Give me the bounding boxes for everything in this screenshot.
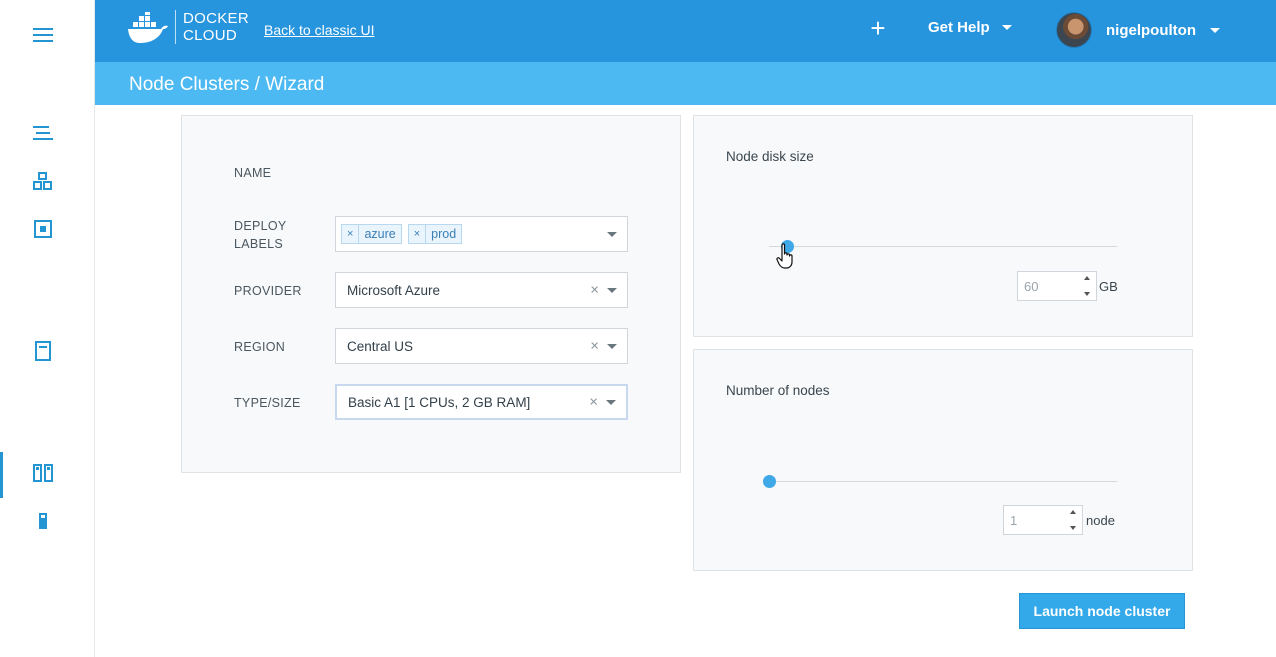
- type-size-value: Basic A1 [1 CPUs, 2 GB RAM]: [348, 394, 531, 410]
- spinner-icon[interactable]: [1083, 276, 1091, 296]
- chevron-down-icon: [1001, 25, 1012, 30]
- deploy-labels-select[interactable]: × azure × prod: [335, 216, 628, 252]
- region-label: REGION: [234, 340, 286, 354]
- containers-icon[interactable]: [28, 215, 58, 243]
- type-size-label: TYPE/SIZE: [234, 396, 301, 410]
- get-help-button[interactable]: Get Help: [928, 19, 1012, 36]
- region-value: Central US: [347, 338, 414, 354]
- deploy-labels-label: DEPLOY LABELS: [234, 219, 287, 251]
- chevron-down-icon[interactable]: [606, 400, 616, 405]
- tag-chip: × azure: [341, 224, 402, 244]
- provider-select[interactable]: Microsoft Azure ×: [335, 272, 628, 308]
- username: nigelpoulton: [1106, 21, 1196, 39]
- remove-tag-icon[interactable]: ×: [409, 225, 427, 243]
- disk-size-slider[interactable]: [769, 246, 1117, 247]
- avatar: [1056, 12, 1092, 48]
- nodes-input[interactable]: 1: [1003, 505, 1083, 535]
- stacks-icon[interactable]: [28, 119, 58, 147]
- spinner-icon[interactable]: [1069, 510, 1077, 530]
- disk-size-unit: GB: [1099, 279, 1118, 294]
- node-clusters-icon[interactable]: [28, 459, 58, 487]
- launch-node-cluster-button[interactable]: Launch node cluster: [1019, 593, 1185, 629]
- nodes-slider-handle[interactable]: [763, 475, 776, 488]
- nodes-icon[interactable]: [28, 507, 58, 535]
- clear-icon[interactable]: ×: [590, 282, 599, 299]
- back-to-classic-link[interactable]: Back to classic UI: [264, 22, 374, 38]
- nodes-slider[interactable]: [769, 481, 1117, 482]
- disk-size-title: Node disk size: [726, 149, 814, 164]
- provider-value: Microsoft Azure: [347, 282, 441, 298]
- chevron-down-icon[interactable]: [607, 232, 617, 237]
- user-menu[interactable]: nigelpoulton: [1056, 12, 1220, 48]
- active-indicator: [0, 452, 3, 498]
- disk-size-input[interactable]: 60: [1017, 271, 1097, 301]
- clear-icon[interactable]: ×: [590, 338, 599, 355]
- breadcrumb-bar: Node Clusters / Wizard: [95, 62, 1276, 105]
- chevron-down-icon[interactable]: [607, 344, 617, 349]
- provider-label: PROVIDER: [234, 284, 302, 298]
- page-title: Node Clusters / Wizard: [129, 74, 325, 95]
- nodes-unit: node: [1086, 513, 1115, 528]
- services-icon[interactable]: [28, 167, 58, 195]
- number-of-nodes-title: Number of nodes: [726, 383, 830, 398]
- chevron-down-icon: [1209, 27, 1220, 33]
- top-header: DOCKER CLOUD Back to classic UI + Get He…: [95, 0, 1276, 62]
- cluster-form-panel: NAME DEPLOY LABELS × azure × prod PROVID…: [181, 115, 681, 473]
- type-size-select[interactable]: Basic A1 [1 CPUs, 2 GB RAM] ×: [335, 384, 628, 420]
- left-sidebar: [0, 0, 95, 657]
- clear-icon[interactable]: ×: [589, 394, 598, 411]
- menu-icon[interactable]: [28, 21, 58, 49]
- hand-cursor-icon: [776, 243, 793, 269]
- name-label: NAME: [234, 166, 272, 180]
- logo-text: DOCKER CLOUD: [175, 10, 249, 44]
- repositories-icon[interactable]: [28, 337, 58, 365]
- region-select[interactable]: Central US ×: [335, 328, 628, 364]
- number-of-nodes-panel: Number of nodes 1 node: [693, 349, 1193, 571]
- chevron-down-icon[interactable]: [607, 288, 617, 293]
- docker-logo-icon[interactable]: [127, 11, 169, 44]
- tag-chip: × prod: [407, 224, 463, 244]
- get-help-label: Get Help: [928, 19, 990, 36]
- plus-icon[interactable]: +: [865, 14, 891, 44]
- disk-size-panel: Node disk size 60 GB: [693, 115, 1193, 337]
- remove-tag-icon[interactable]: ×: [342, 225, 360, 243]
